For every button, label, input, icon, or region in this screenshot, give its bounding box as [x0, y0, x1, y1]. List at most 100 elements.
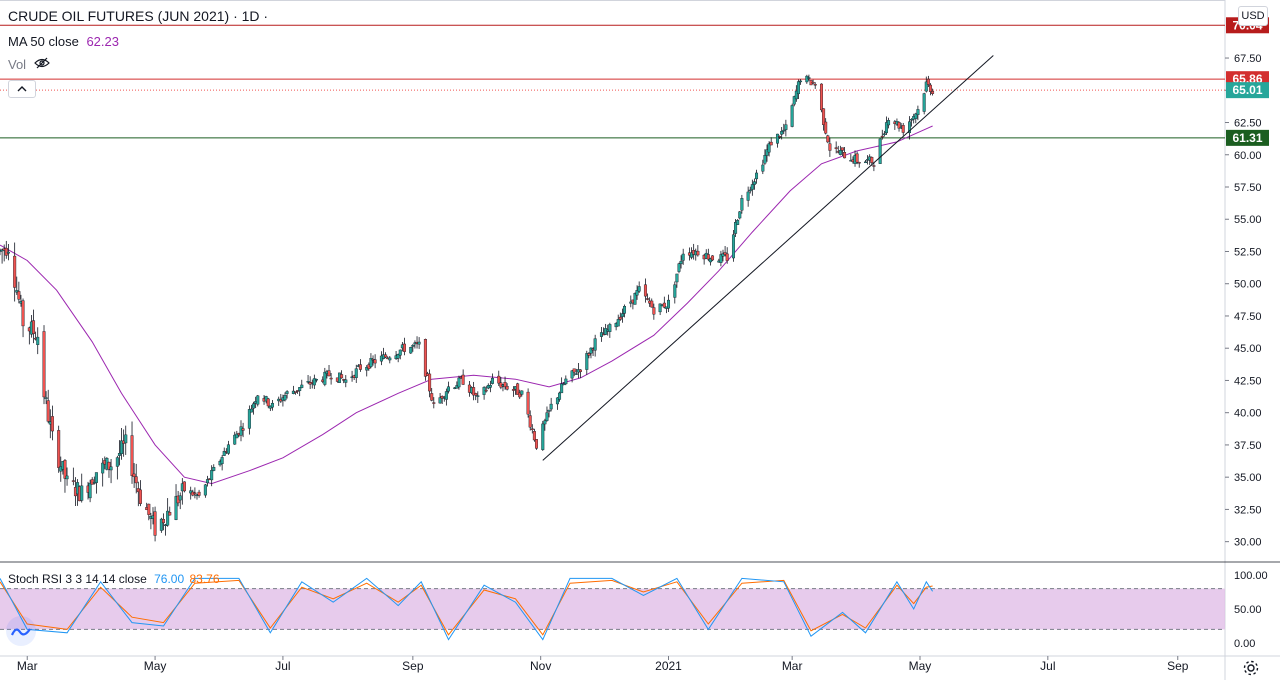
candle-body: [748, 189, 752, 192]
candle-body: [675, 273, 679, 283]
candle-body: [549, 403, 553, 410]
currency-button[interactable]: USD: [1238, 6, 1268, 26]
candle-body: [840, 147, 844, 151]
ma-label: MA 50 close: [8, 34, 79, 49]
candle-body: [423, 339, 427, 377]
candle-body: [161, 519, 165, 524]
candle-body: [153, 511, 157, 536]
candle-body: [80, 485, 84, 501]
stoch-k-value: 76.00: [154, 572, 185, 586]
candle-body: [358, 364, 362, 370]
x-tick-label: 2021: [655, 659, 682, 673]
candle-body: [490, 377, 494, 384]
candle-body: [147, 503, 151, 515]
candle-body: [457, 377, 461, 388]
candle-body: [928, 84, 932, 92]
y-tick-label: 40.00: [1234, 408, 1262, 420]
candle-body: [511, 389, 515, 391]
ma-legend[interactable]: MA 50 close 62.23: [8, 34, 119, 49]
candle-body: [618, 316, 622, 320]
candle-body: [239, 426, 243, 436]
candle-body: [6, 251, 10, 254]
stoch-legend[interactable]: Stoch RSI 3 3 14 14 close 76.00 83.76: [8, 572, 220, 586]
candle-body: [931, 91, 935, 94]
vol-legend[interactable]: Vol: [8, 57, 50, 72]
hidden-eye-icon[interactable]: [34, 57, 50, 72]
candle-body: [203, 484, 207, 496]
candle-body: [57, 430, 61, 468]
candle-body: [784, 124, 788, 130]
ma50-line: [0, 125, 933, 485]
candle-body: [178, 495, 182, 501]
y-tick-label: 35.00: [1234, 472, 1262, 484]
candle-body: [354, 368, 358, 378]
y-tick-label: 60.00: [1234, 150, 1262, 162]
candle-body: [327, 370, 331, 377]
candle-body: [926, 78, 930, 85]
candle-body: [855, 153, 859, 163]
candle-body: [526, 391, 530, 415]
candle-body: [826, 135, 830, 143]
candle-body: [417, 341, 421, 345]
x-tick-label: Jul: [275, 659, 290, 673]
candle-body: [643, 284, 647, 297]
candle-body: [696, 250, 700, 256]
candle-body: [300, 384, 304, 388]
candle-body: [210, 470, 214, 481]
candle-body: [572, 368, 576, 373]
symbol-title[interactable]: CRUDE OIL FUTURES (JUN 2021) · 1D ·: [8, 8, 268, 24]
candle-body: [679, 260, 683, 264]
x-tick-label: Mar: [17, 659, 38, 673]
candle-body: [534, 439, 538, 449]
candle-body: [476, 395, 480, 397]
trendline: [542, 55, 994, 461]
candle-body: [637, 286, 641, 292]
currency-label: USD: [1241, 10, 1265, 22]
candle-body: [608, 324, 612, 332]
settings-gear-icon[interactable]: [1242, 659, 1260, 682]
candle-body: [761, 164, 765, 172]
candle-body: [50, 416, 54, 432]
x-tick-label: May: [144, 659, 167, 673]
candle-body: [916, 109, 920, 115]
candle-body: [283, 395, 287, 401]
collapse-legend-button[interactable]: [8, 80, 36, 98]
candle-body: [4, 247, 8, 256]
candle-body: [130, 435, 134, 476]
candle-body: [46, 400, 50, 422]
candle-body: [132, 473, 136, 477]
candle-body: [63, 460, 67, 479]
candle-body: [182, 481, 186, 492]
chevron-up-icon: [17, 83, 27, 95]
candle-body: [887, 120, 891, 126]
candle-body: [373, 359, 377, 364]
candle-body: [17, 291, 21, 300]
candle-body: [880, 135, 884, 138]
candle-body: [681, 253, 685, 261]
candle-body: [42, 331, 46, 398]
candle-body: [270, 402, 274, 408]
y-tick-label: 50.00: [1234, 279, 1262, 291]
candle-body: [650, 300, 654, 308]
y-tick-label: 42.50: [1234, 375, 1262, 387]
candle-body: [109, 466, 113, 471]
candle-body: [805, 75, 809, 83]
candle-body: [558, 392, 562, 400]
x-tick-label: Jul: [1040, 659, 1055, 673]
candle-body: [796, 81, 800, 95]
candle-body: [409, 347, 413, 354]
candle-body: [528, 415, 532, 428]
candle-body: [44, 397, 48, 399]
candle-body: [652, 307, 656, 315]
candle-body: [344, 379, 348, 383]
candle-body: [411, 345, 415, 347]
candle-body: [193, 492, 197, 494]
price-label-support: 61.31: [1232, 131, 1262, 145]
x-tick-label: Sep: [1167, 659, 1189, 673]
candle-body: [388, 357, 392, 361]
candle-body: [564, 378, 568, 385]
y-tick-label: 32.50: [1234, 504, 1262, 516]
candle-body: [138, 489, 142, 504]
tradingview-logo-icon[interactable]: [6, 616, 36, 646]
candle-body: [384, 354, 388, 358]
